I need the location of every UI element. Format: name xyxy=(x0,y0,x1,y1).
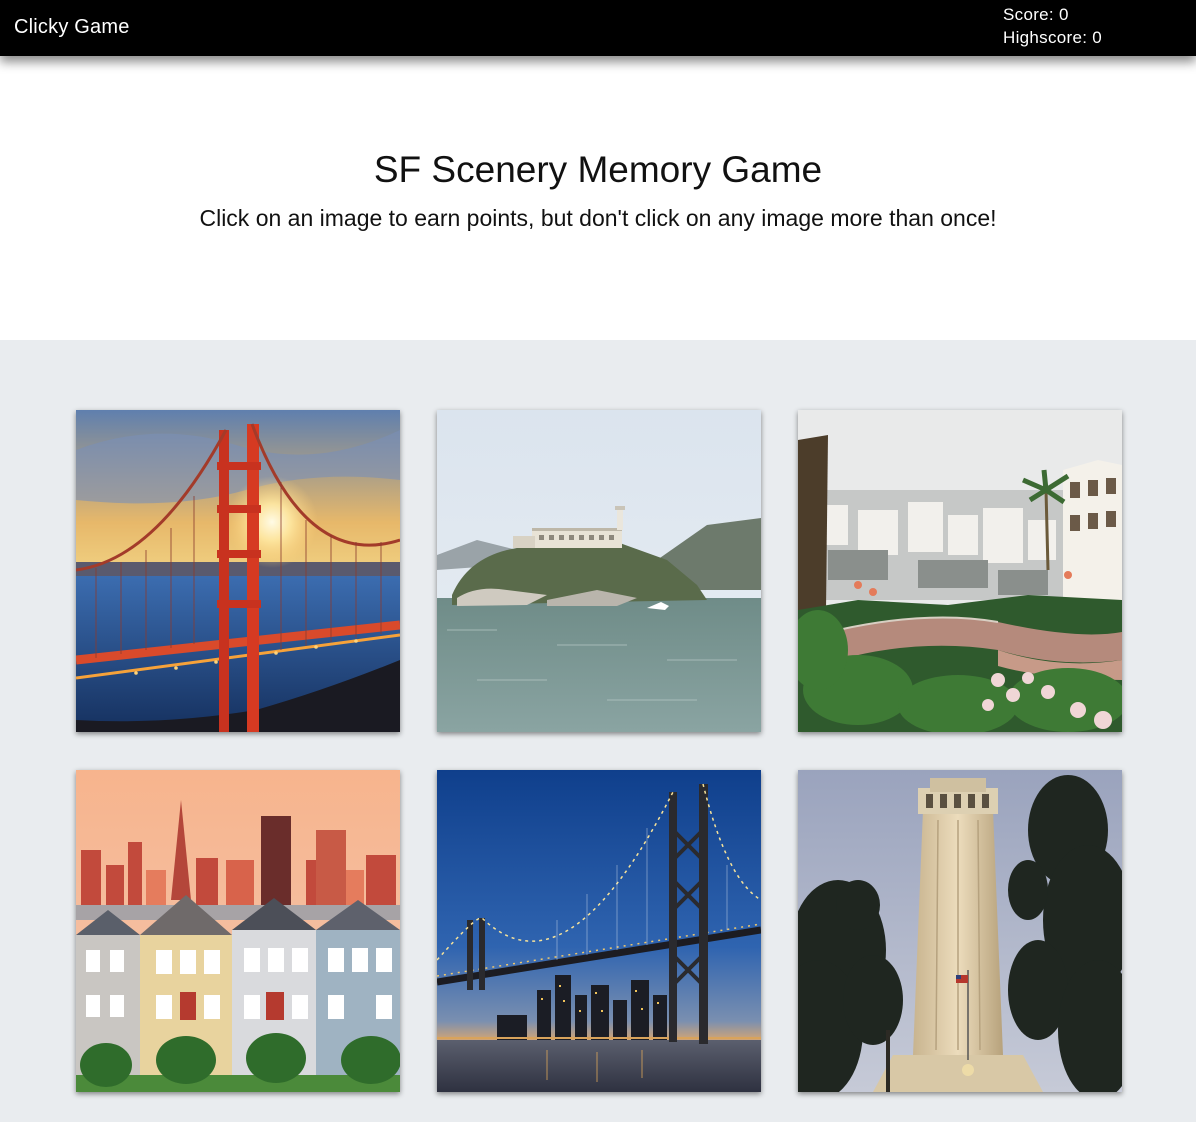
lombard-street-image xyxy=(798,410,1122,732)
image-card-lombard-street[interactable] xyxy=(798,410,1122,732)
image-card-coit-tower[interactable] xyxy=(798,770,1122,1092)
bay-bridge-image xyxy=(437,770,761,1092)
image-card-golden-gate-bridge[interactable] xyxy=(76,410,400,732)
image-grid xyxy=(0,340,1196,1122)
hero-banner: SF Scenery Memory Game Click on an image… xyxy=(0,56,1196,340)
navbar: Clicky Game Score: 0 Highscore: 0 xyxy=(0,0,1196,56)
score-text: Score: 0 xyxy=(1003,5,1069,24)
instructions-text: Click on an image to earn points, but do… xyxy=(199,205,997,231)
brand-title[interactable]: Clicky Game xyxy=(14,15,130,39)
highscore-text: Highscore: 0 xyxy=(1003,28,1103,47)
painted-ladies-image xyxy=(76,770,400,1092)
alcatraz-image xyxy=(437,410,761,732)
image-card-bay-bridge[interactable] xyxy=(437,770,761,1092)
coit-tower-image xyxy=(798,770,1122,1092)
image-card-alcatraz[interactable] xyxy=(437,410,761,732)
image-card-painted-ladies[interactable] xyxy=(76,770,400,1092)
score-panel: Score: 0 Highscore: 0 xyxy=(1003,3,1102,49)
golden-gate-bridge-image xyxy=(76,410,400,732)
page-title: SF Scenery Memory Game xyxy=(373,149,823,190)
